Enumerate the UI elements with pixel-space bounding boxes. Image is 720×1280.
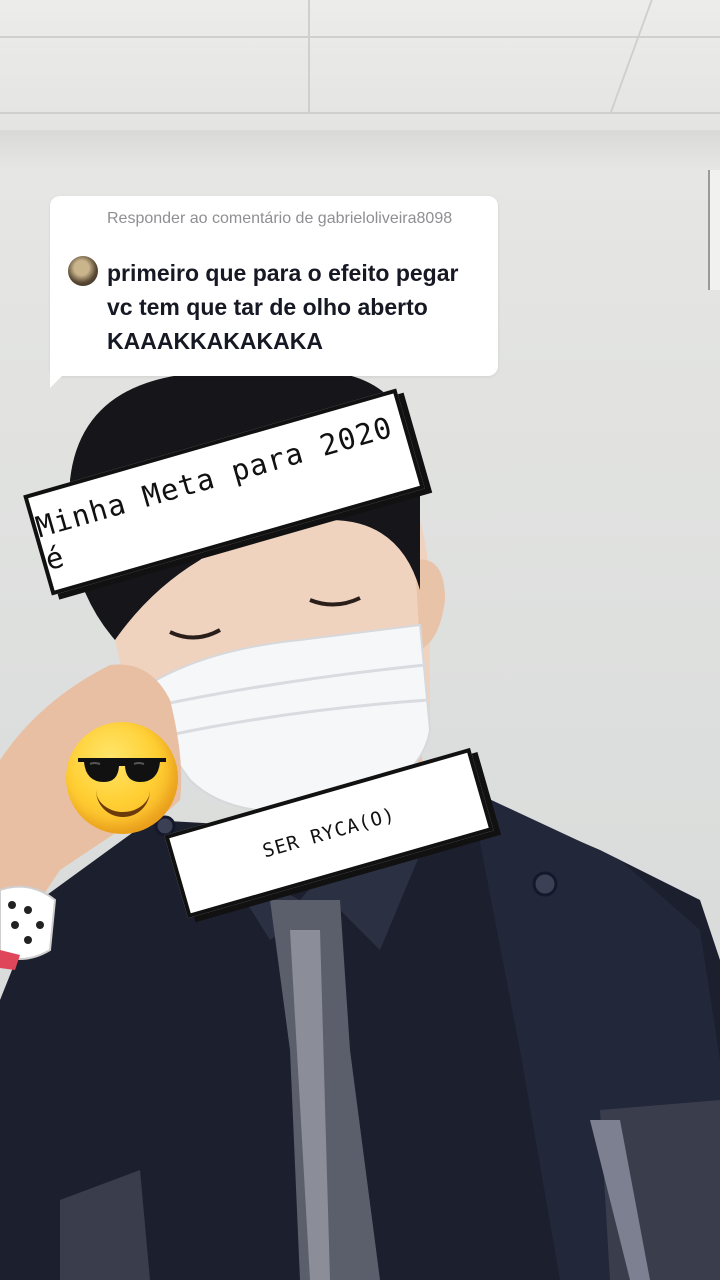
video-frame[interactable]: Responder ao comentário de gabrielolivei…: [0, 0, 720, 1280]
sunglasses-icon: [78, 758, 166, 782]
reply-bubble-tail: [50, 366, 72, 388]
reply-comment-text: primeiro que para o efeito pegar vc tem …: [107, 260, 459, 354]
comment-reply-bubble[interactable]: Responder ao comentário de gabrielolivei…: [50, 196, 498, 376]
sunglasses-emoji-icon[interactable]: [66, 722, 178, 834]
person-figure: [0, 372, 720, 1280]
reply-header: Responder ao comentário de gabrielolivei…: [107, 210, 453, 227]
emoji-smile: [96, 790, 150, 817]
commenter-avatar: [68, 256, 98, 286]
text-sticker-answer-label: SER RYCA(O): [260, 803, 398, 863]
